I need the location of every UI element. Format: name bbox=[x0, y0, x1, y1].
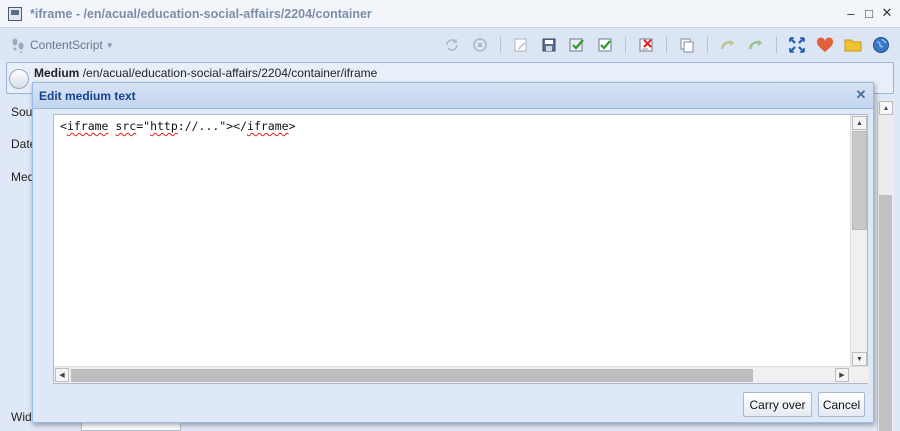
code-token-misspelled: src bbox=[115, 119, 137, 133]
record-title: Medium /en/acual/education-social-affair… bbox=[34, 66, 377, 80]
window-controls: – □ ✕ bbox=[844, 5, 894, 21]
refresh-icon[interactable] bbox=[441, 35, 463, 55]
content-script-label: ContentScript bbox=[30, 38, 103, 52]
medium-label: Med bbox=[11, 170, 35, 184]
delete-icon[interactable] bbox=[635, 35, 657, 55]
undo-arrow-icon[interactable] bbox=[717, 35, 739, 55]
editor-vertical-scrollbar[interactable]: ▲ ▼ bbox=[850, 115, 867, 368]
vertical-scroll-thumb[interactable] bbox=[852, 131, 867, 230]
favorite-heart-icon[interactable] bbox=[814, 35, 836, 55]
minimize-icon[interactable]: – bbox=[844, 5, 858, 21]
edit-medium-text-dialog: Edit medium text ✕ <iframe src="http://.… bbox=[32, 82, 874, 423]
app-window-icon bbox=[8, 6, 22, 21]
dialog-header: Edit medium text ✕ bbox=[33, 83, 873, 109]
save-and-check-icon[interactable] bbox=[566, 35, 588, 55]
scroll-down-icon[interactable]: ▼ bbox=[852, 352, 867, 366]
toolbar-divider bbox=[500, 37, 501, 53]
code-token-misspelled: iframe bbox=[247, 119, 289, 133]
check-icon[interactable] bbox=[594, 35, 616, 55]
editor-horizontal-scrollbar[interactable]: ◀ ▶ bbox=[54, 366, 869, 383]
medium-text-editor[interactable]: <iframe src="http://..."></iframe> ▲ ▼ ◀… bbox=[53, 114, 869, 384]
code-token: ://..."></ bbox=[177, 119, 248, 133]
scroll-up-icon[interactable]: ▲ bbox=[852, 116, 867, 130]
scroll-up-icon[interactable]: ▲ bbox=[879, 101, 893, 115]
dialog-title: Edit medium text bbox=[39, 89, 136, 103]
expand-icon[interactable] bbox=[786, 35, 808, 55]
code-token: < bbox=[60, 119, 67, 133]
stop-icon[interactable] bbox=[469, 35, 491, 55]
content-script-button[interactable]: ContentScript ▼ bbox=[10, 37, 114, 53]
main-toolbar: ContentScript ▼ bbox=[0, 29, 900, 61]
horizontal-scroll-thumb[interactable] bbox=[71, 369, 753, 382]
source-label: Sou bbox=[11, 105, 33, 119]
record-status-indicator[interactable] bbox=[9, 69, 29, 89]
editor-content[interactable]: <iframe src="http://..."></iframe> bbox=[60, 119, 296, 133]
edit-icon[interactable] bbox=[510, 35, 532, 55]
footprints-icon bbox=[12, 38, 24, 53]
redo-arrow-icon[interactable] bbox=[745, 35, 767, 55]
carry-over-button[interactable]: Carry over bbox=[743, 392, 812, 417]
code-token-misspelled: iframe bbox=[66, 119, 109, 133]
record-path: /en/acual/education-social-affairs/2204/… bbox=[82, 66, 378, 80]
maximize-icon[interactable]: □ bbox=[862, 5, 876, 21]
form-scroll-thumb[interactable] bbox=[879, 195, 892, 431]
toolbar-divider bbox=[776, 37, 777, 53]
scroll-right-icon[interactable]: ▶ bbox=[835, 368, 849, 382]
globe-icon[interactable] bbox=[870, 35, 892, 55]
toolbar-divider bbox=[666, 37, 667, 53]
code-token-misspelled: http bbox=[150, 119, 178, 133]
close-icon[interactable]: ✕ bbox=[880, 5, 894, 21]
copy-icon[interactable] bbox=[676, 35, 698, 55]
folder-icon[interactable] bbox=[842, 35, 864, 55]
scroll-left-icon[interactable]: ◀ bbox=[55, 368, 69, 382]
form-scrollbar[interactable]: ▲ bbox=[877, 100, 893, 431]
chevron-down-icon: ▼ bbox=[105, 40, 114, 50]
record-type-label: Medium bbox=[34, 66, 80, 80]
close-icon[interactable]: ✕ bbox=[854, 87, 868, 103]
cancel-button[interactable]: Cancel bbox=[818, 392, 865, 417]
code-token: > bbox=[288, 119, 296, 133]
window-titlebar: *iframe - /en/acual/education-social-aff… bbox=[0, 0, 900, 28]
toolbar-icons bbox=[441, 35, 892, 55]
save-icon[interactable] bbox=[538, 35, 560, 55]
toolbar-divider bbox=[707, 37, 708, 53]
window-title: *iframe - /en/acual/education-social-aff… bbox=[30, 6, 372, 21]
toolbar-divider bbox=[625, 37, 626, 53]
code-token: =" bbox=[136, 119, 151, 133]
